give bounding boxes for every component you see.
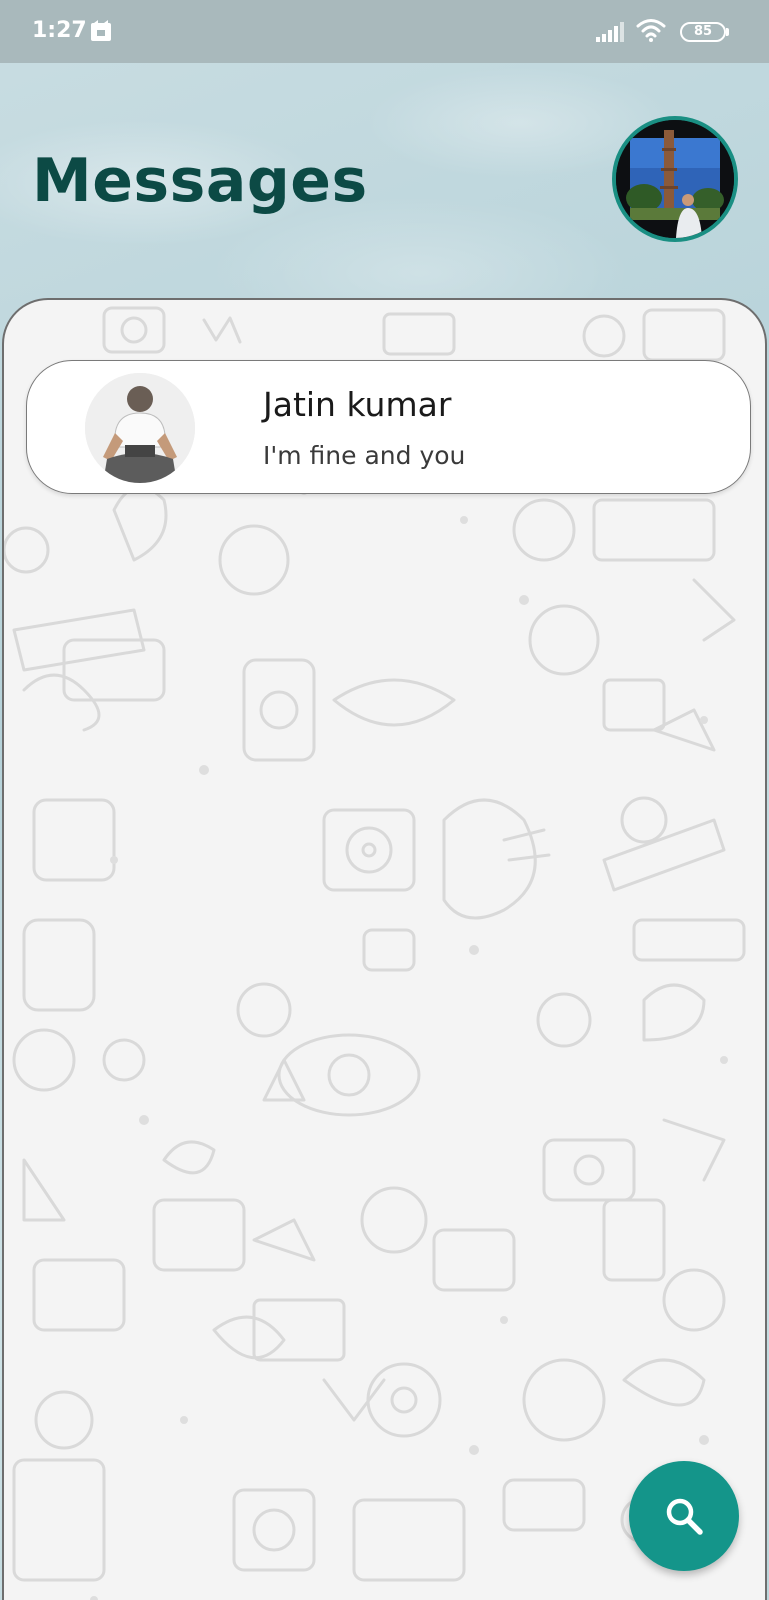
contact-avatar[interactable] [85,373,195,483]
battery-cap [726,28,729,36]
doodle-background-pattern [4,306,746,1600]
last-message-preview: I'm fine and you [263,441,466,470]
profile-avatar-photo [616,120,734,238]
search-button[interactable] [629,1461,739,1571]
page-title: Messages [32,146,368,216]
battery-indicator: 85 [680,22,726,42]
status-bar: 1:27 85 [0,0,769,63]
profile-avatar[interactable] [612,116,738,242]
contact-avatar-photo [85,373,195,483]
battery-level: 85 [693,24,713,39]
notification-app-icon [91,20,111,41]
status-time: 1:27 [32,18,87,43]
search-icon [666,1498,703,1535]
chat-list-panel: Jatin kumar I'm fine and you [2,298,767,1600]
cellular-signal-icon [596,22,624,42]
contact-name: Jatin kumar [263,385,452,424]
chat-list-item[interactable]: Jatin kumar I'm fine and you [26,360,751,494]
wifi-icon [636,19,666,42]
